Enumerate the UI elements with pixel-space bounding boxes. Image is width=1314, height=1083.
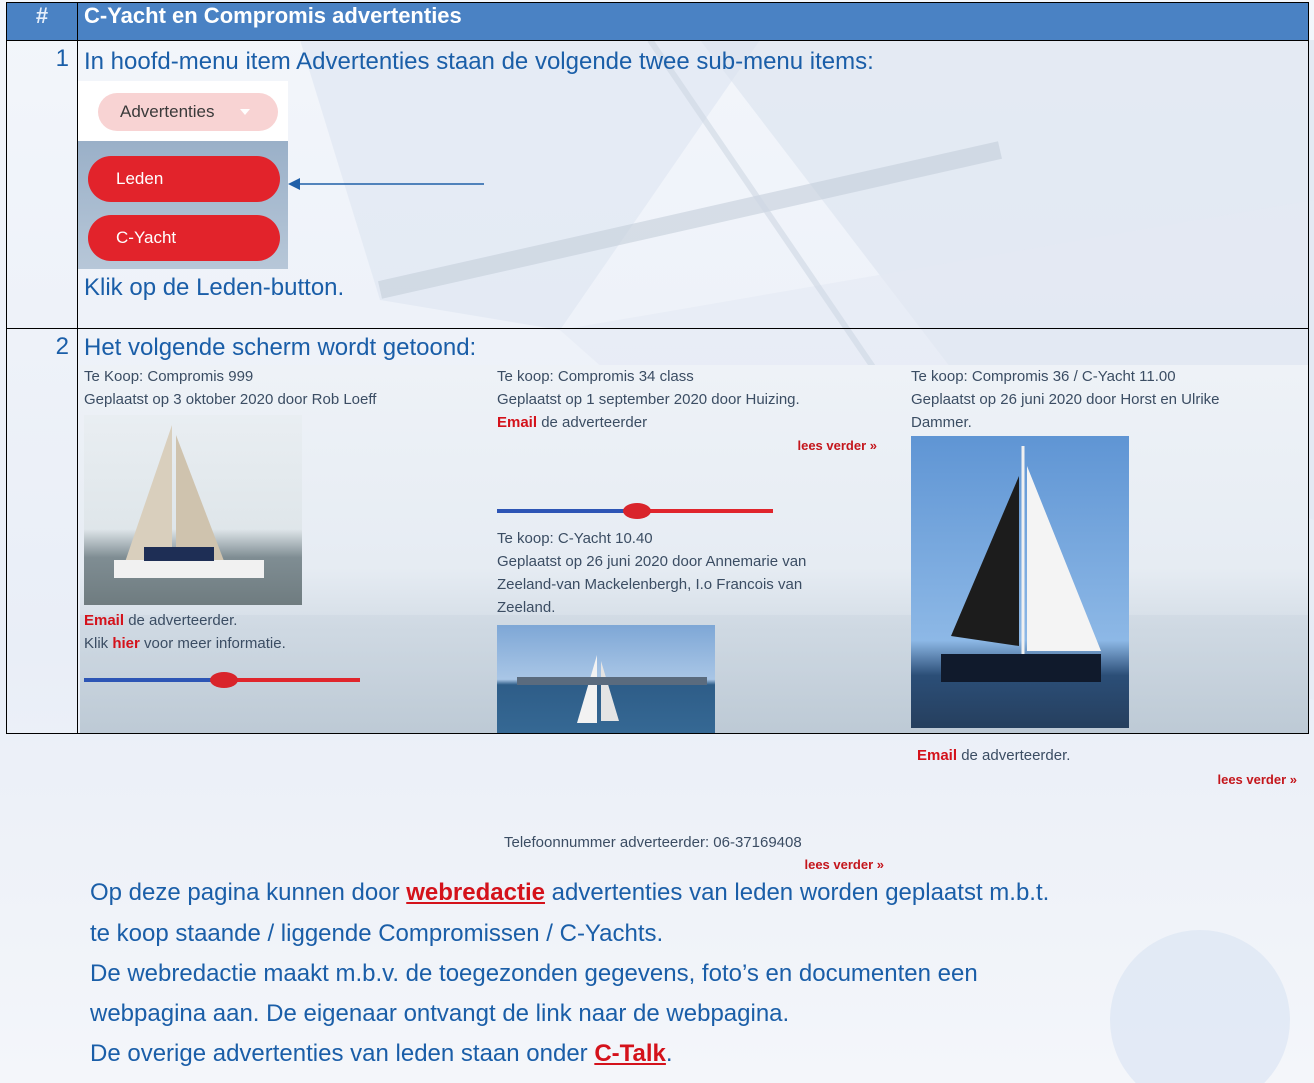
table-row: 1 In hoofd-menu item Advertenties staan … bbox=[6, 40, 1309, 329]
row-content: Het volgende scherm wordt getoond: Te Ko… bbox=[77, 328, 1309, 734]
boat-photo[interactable] bbox=[84, 415, 302, 605]
row-instruction: Klik op de Leden-button. bbox=[84, 274, 345, 301]
ad-title: Te koop: Compromis 34 class bbox=[497, 368, 694, 385]
ad-posted: Geplaatst op 26 juni 2020 door Horst en … bbox=[911, 391, 1220, 408]
description-line: De overige advertenties van leden staan … bbox=[90, 1040, 673, 1067]
read-more-link[interactable]: lees verder » bbox=[797, 438, 877, 453]
description-line: De webredactie maakt m.b.v. de toegezond… bbox=[90, 960, 978, 987]
row-number: 1 bbox=[6, 40, 78, 329]
ad-card: Te koop: Compromis 36 / C-Yacht 11.00 Ge… bbox=[911, 365, 1308, 434]
ad-title: Te koop: Compromis 36 / C-Yacht 11.00 bbox=[911, 368, 1176, 385]
row-number: 2 bbox=[6, 328, 78, 734]
ad-email-text: de adverteerder. bbox=[957, 747, 1071, 764]
webredactie-link[interactable]: webredactie bbox=[406, 879, 545, 906]
ad-title: Te koop: C-Yacht 10.40 bbox=[497, 530, 653, 547]
boat-photo[interactable] bbox=[497, 625, 715, 733]
ad-info-text: voor meer informatie. bbox=[139, 635, 286, 652]
instruction-table: # C-Yacht en Compromis advertenties 1 In… bbox=[6, 2, 1309, 734]
ad-email-link[interactable]: Email bbox=[497, 414, 537, 431]
row-content: In hoofd-menu item Advertenties staan de… bbox=[77, 40, 1309, 329]
ad-card: Te Koop: Compromis 999 Geplaatst op 3 ok… bbox=[84, 365, 484, 411]
boat-photo[interactable] bbox=[911, 436, 1129, 728]
c-talk-link[interactable]: C-Talk bbox=[594, 1040, 666, 1067]
menu-advertenties-button[interactable]: Advertenties bbox=[98, 93, 278, 131]
description-line: webpagina aan. De eigenaar ontvangt de l… bbox=[90, 1000, 790, 1027]
ad-posted: Geplaatst op 3 oktober 2020 door Rob Loe… bbox=[84, 391, 377, 408]
menu-screenshot: Advertenties Leden C-Yacht bbox=[78, 81, 484, 269]
ad-card: Te koop: Compromis 34 class Geplaatst op… bbox=[497, 365, 877, 457]
rope-divider-icon bbox=[84, 672, 360, 688]
header-number: # bbox=[6, 2, 78, 41]
menu-advertenties-label: Advertenties bbox=[120, 102, 215, 121]
ad-title: Te Koop: Compromis 999 bbox=[84, 368, 254, 385]
ad-email-link[interactable]: Email bbox=[917, 747, 957, 764]
ad-email-text: de adverteerder bbox=[537, 414, 648, 431]
ad-email-text: de adverteerder. bbox=[124, 612, 238, 629]
ad-posted: Geplaatst op 1 september 2020 door Huizi… bbox=[497, 391, 800, 408]
menu-leden-button[interactable]: Leden bbox=[88, 156, 280, 202]
header-title: C-Yacht en Compromis advertenties bbox=[77, 2, 1309, 41]
read-more-link[interactable]: lees verder » bbox=[804, 857, 884, 872]
ad-phone: Telefoonnummer adverteerder: 06-37169408 bbox=[504, 834, 802, 851]
row-intro: In hoofd-menu item Advertenties staan de… bbox=[84, 48, 874, 75]
advertisements-screenshot: Te Koop: Compromis 999 Geplaatst op 3 ok… bbox=[80, 365, 1308, 733]
ad-posted: Geplaatst op 26 juni 2020 door Annemarie… bbox=[497, 553, 807, 570]
ad-posted: Zeeland-van Mackelenbergh, I.o Francois … bbox=[497, 576, 803, 593]
ad-posted: Dammer. bbox=[911, 414, 972, 431]
rope-divider-icon bbox=[497, 503, 773, 519]
chevron-down-icon bbox=[240, 109, 250, 115]
description-block: Op deze pagina kunnen door webredactie a… bbox=[84, 872, 1304, 1074]
description-line: te koop staande / liggende Compromissen … bbox=[90, 920, 664, 947]
arrow-left-icon bbox=[288, 178, 484, 190]
ad-posted: Zeeland. bbox=[497, 599, 556, 616]
read-more-link[interactable]: lees verder » bbox=[1217, 772, 1297, 787]
menu-c-yacht-button[interactable]: C-Yacht bbox=[88, 215, 280, 261]
ad-email-link[interactable]: Email bbox=[84, 612, 124, 629]
table-row: 2 Het volgende scherm wordt getoond: Te … bbox=[6, 328, 1309, 734]
row-intro: Het volgende scherm wordt getoond: bbox=[84, 334, 477, 361]
ad-more-info-link[interactable]: hier bbox=[112, 635, 140, 652]
ad-card: Te koop: C-Yacht 10.40 Geplaatst op 26 j… bbox=[497, 527, 877, 619]
ad-info-text: Klik bbox=[84, 635, 113, 652]
description-line: Op deze pagina kunnen door webredactie a… bbox=[90, 879, 1050, 906]
